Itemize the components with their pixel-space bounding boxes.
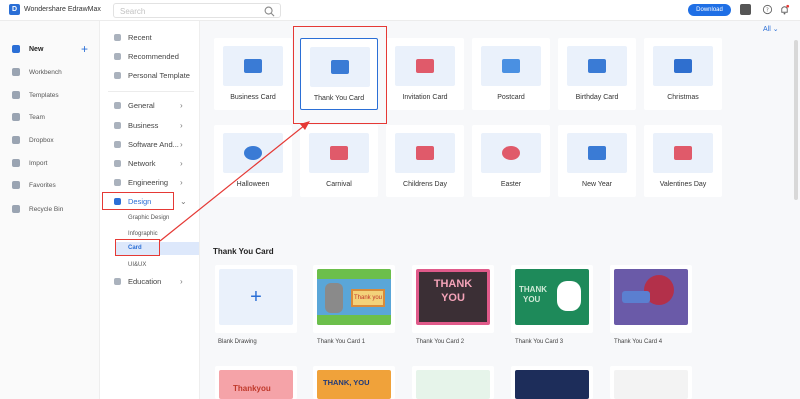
arrow-annotation [159,121,310,242]
